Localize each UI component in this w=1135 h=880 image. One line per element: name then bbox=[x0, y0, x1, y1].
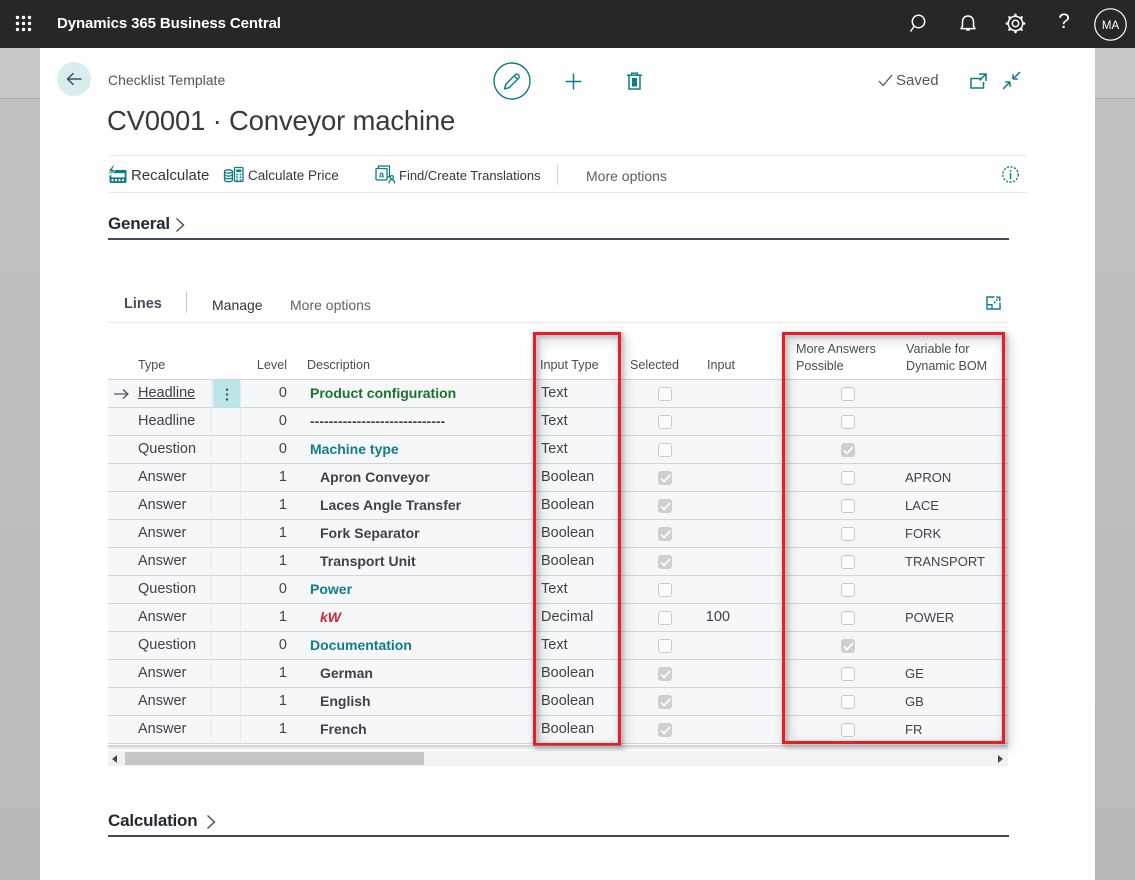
svg-text:a: a bbox=[379, 170, 385, 180]
svg-text:MA: MA bbox=[1102, 20, 1120, 32]
